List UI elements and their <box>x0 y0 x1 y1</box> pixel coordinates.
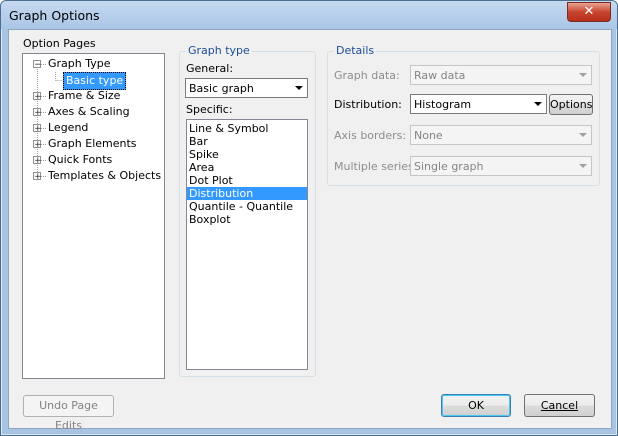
tree-item-label: Quick Fonts <box>48 153 113 166</box>
general-dropdown-value: Basic graph <box>189 82 254 95</box>
distribution-dropdown[interactable]: Histogram <box>410 94 547 114</box>
list-item[interactable]: Area <box>187 161 307 174</box>
expand-icon[interactable]: + <box>33 124 42 134</box>
list-item[interactable]: Boxplot <box>187 213 307 226</box>
list-item[interactable]: Spike <box>187 148 307 161</box>
cancel-button-label: Cancel <box>540 399 579 412</box>
general-dropdown[interactable]: Basic graph <box>185 78 308 98</box>
list-item-selected[interactable]: Distribution <box>187 187 307 200</box>
multiple-series-dropdown[interactable]: Single graph <box>410 156 592 176</box>
graph-data-dropdown[interactable]: Raw data <box>410 65 592 85</box>
axis-borders-value: None <box>414 129 443 142</box>
expand-icon[interactable]: + <box>33 92 42 102</box>
option-pages-tree[interactable]: − Graph Type Basic type + Frame & Size +… <box>22 53 165 379</box>
graph-options-window: Graph Options ✕ Option Pages − Graph Typ… <box>0 0 618 436</box>
graph-data-label: Graph data: <box>334 69 400 82</box>
title-bar[interactable]: Graph Options ✕ <box>1 1 617 29</box>
multiple-series-label: Multiple series: <box>334 160 418 173</box>
axis-borders-label: Axis borders: <box>334 129 407 142</box>
general-label: General: <box>186 62 234 75</box>
expand-icon[interactable]: + <box>33 172 42 182</box>
close-button[interactable]: ✕ <box>567 2 611 22</box>
undo-page-edits-button[interactable]: Undo Page Edits <box>23 395 114 432</box>
multiple-series-value: Single graph <box>414 160 484 173</box>
axis-borders-dropdown[interactable]: None <box>410 125 592 145</box>
option-pages-label: Option Pages <box>23 37 96 50</box>
window-title: Graph Options <box>9 8 100 23</box>
tree-item-label: Frame & Size <box>48 89 121 102</box>
chevron-down-icon <box>295 86 303 90</box>
cancel-button[interactable]: Cancel <box>524 394 595 417</box>
chevron-down-icon <box>579 164 587 168</box>
collapse-icon[interactable]: − <box>33 60 42 70</box>
expand-icon[interactable]: + <box>33 156 42 166</box>
options-button[interactable]: Options <box>549 94 593 115</box>
tree-item-label: Graph Type <box>48 57 111 70</box>
specific-label: Specific: <box>186 103 233 116</box>
chevron-down-icon <box>534 102 542 106</box>
tree-item-label: Axes & Scaling <box>48 105 130 118</box>
list-item[interactable]: Line & Symbol <box>187 122 307 135</box>
tree-item-label: Legend <box>48 121 89 134</box>
ok-button[interactable]: OK <box>441 394 511 417</box>
expand-icon[interactable]: + <box>33 140 42 150</box>
expand-icon[interactable]: + <box>33 108 42 118</box>
distribution-value: Histogram <box>414 98 472 111</box>
graph-data-value: Raw data <box>414 69 466 82</box>
specific-listbox[interactable]: Line & Symbol Bar Spike Area Dot Plot Di… <box>186 119 308 370</box>
list-item[interactable]: Quantile - Quantile <box>187 200 307 213</box>
graph-type-group-label: Graph type <box>186 44 252 57</box>
list-item[interactable]: Dot Plot <box>187 174 307 187</box>
tree-item-label: Graph Elements <box>48 137 137 150</box>
details-group-label: Details <box>334 44 377 57</box>
list-item[interactable]: Bar <box>187 135 307 148</box>
chevron-down-icon <box>579 133 587 137</box>
tree-item-label: Templates & Objects <box>48 169 162 182</box>
distribution-label: Distribution: <box>334 98 402 111</box>
chevron-down-icon <box>579 73 587 77</box>
dialog-client-area: Option Pages − Graph Type Basic type + F… <box>8 29 612 432</box>
